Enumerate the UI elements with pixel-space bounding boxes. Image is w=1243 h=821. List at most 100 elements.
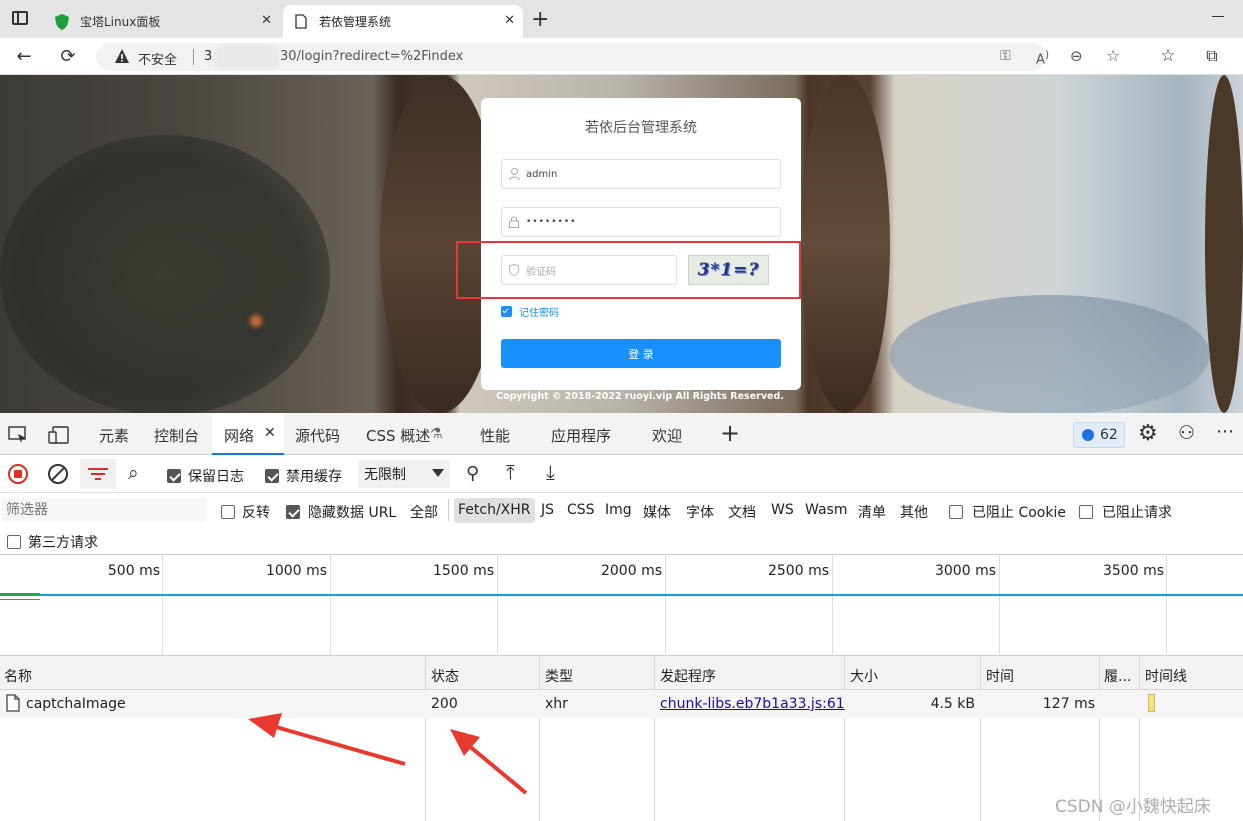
- disable-cache-option[interactable]: 禁用缓存: [265, 466, 342, 486]
- invert-option[interactable]: 反转: [221, 502, 270, 522]
- remember-password[interactable]: 记住密码: [501, 304, 559, 319]
- devtools-tab-network[interactable]: 网络 ✕: [212, 413, 284, 455]
- devtools-tab-css-overview[interactable]: CSS 概述: [366, 425, 430, 446]
- key-icon[interactable]: ⚿: [1000, 48, 1011, 64]
- export-har-icon[interactable]: ⤓: [546, 460, 555, 484]
- clear-icon[interactable]: [48, 464, 68, 484]
- column-header-name[interactable]: 名称: [4, 666, 32, 686]
- back-arrow-icon[interactable]: ←: [12, 44, 36, 68]
- disable-cache-checkbox[interactable]: [265, 469, 279, 483]
- invert-checkbox[interactable]: [221, 505, 235, 519]
- close-icon[interactable]: ✕: [264, 425, 276, 441]
- blocked-requests-option[interactable]: 已阻止请求: [1079, 502, 1172, 522]
- filter-other[interactable]: 其他: [900, 502, 928, 522]
- devtools-tab-application[interactable]: 应用程序: [551, 425, 611, 446]
- customize-icon[interactable]: ⚇: [1178, 422, 1195, 444]
- third-party-checkbox[interactable]: [7, 535, 21, 549]
- devtools-tab-elements[interactable]: 元素: [99, 425, 129, 446]
- tab-baota[interactable]: 宝塔Linux面板 ✕: [44, 5, 280, 38]
- collections-icon[interactable]: ⧉: [1200, 44, 1224, 68]
- column-header-time[interactable]: 时间: [986, 666, 1014, 686]
- request-size: 4.5 kB: [930, 696, 975, 712]
- close-icon[interactable]: ✕: [504, 13, 515, 28]
- search-icon[interactable]: ⌕: [128, 462, 139, 484]
- import-har-icon[interactable]: ⤒: [506, 460, 515, 484]
- shield-favicon-icon: [54, 13, 70, 30]
- favorites-icon[interactable]: ☆: [1156, 44, 1180, 68]
- devtools-tab-sources[interactable]: 源代码: [295, 425, 340, 446]
- filter-font[interactable]: 字体: [686, 502, 714, 522]
- username-field[interactable]: admin: [501, 159, 781, 189]
- preserve-log-checkbox[interactable]: [167, 469, 181, 483]
- issues-badge[interactable]: 62: [1073, 422, 1125, 448]
- filter-img[interactable]: Img: [605, 502, 632, 518]
- filter-media[interactable]: 媒体: [643, 502, 671, 522]
- filter-ws[interactable]: WS: [771, 502, 794, 518]
- request-initiator-link[interactable]: chunk-libs.eb7b1a33.js:61: [660, 696, 845, 712]
- hide-data-urls-option[interactable]: 隐藏数据 URL: [286, 502, 396, 522]
- blocked-cookies-option[interactable]: 已阻止 Cookie: [949, 502, 1066, 522]
- filter-input[interactable]: [2, 498, 206, 522]
- username-value: admin: [526, 168, 558, 180]
- timeline-tick: 2000 ms: [600, 563, 662, 579]
- issues-count: 62: [1100, 427, 1118, 443]
- filter-doc[interactable]: 文档: [728, 502, 756, 522]
- close-icon[interactable]: ✕: [261, 13, 272, 28]
- password-value: ••••••••: [526, 217, 577, 227]
- devtools-tab-welcome[interactable]: 欢迎: [652, 425, 682, 446]
- dom-content-loaded-line: [0, 594, 1243, 596]
- filter-icon[interactable]: [80, 459, 116, 489]
- devtools-tab-console[interactable]: 控制台: [154, 425, 199, 446]
- filter-wasm[interactable]: Wasm: [805, 502, 847, 518]
- column-header-fulfilled[interactable]: 履...: [1104, 666, 1131, 686]
- tab-ruoyi[interactable]: 若依管理系统 ✕: [283, 5, 523, 38]
- network-filter-bar: 反转 隐藏数据 URL 全部 Fetch/XHR JS CSS Img 媒体 字…: [0, 493, 1243, 555]
- filter-js[interactable]: JS: [541, 502, 554, 518]
- user-icon: [509, 168, 520, 180]
- url-text-suffix: 30/login?redirect=%2Findex: [280, 49, 464, 64]
- zoom-out-icon[interactable]: ⊖: [1070, 47, 1083, 65]
- password-field[interactable]: ••••••••: [501, 207, 781, 237]
- filter-all[interactable]: 全部: [410, 502, 438, 522]
- hide-data-urls-checkbox[interactable]: [286, 505, 300, 519]
- devtools-tab-bar: 元素 控制台 网络 ✕ 源代码 CSS 概述 ⚗ 性能 应用程序 欢迎 + 62…: [0, 413, 1243, 455]
- inspect-element-icon[interactable]: [8, 426, 28, 448]
- add-favorite-icon[interactable]: ☆: [1106, 46, 1120, 65]
- throttle-select[interactable]: 无限制: [358, 460, 450, 488]
- column-header-type[interactable]: 类型: [545, 666, 573, 686]
- remember-checkbox[interactable]: [501, 306, 512, 317]
- column-header-initiator[interactable]: 发起程序: [660, 666, 716, 686]
- filter-fetch-xhr[interactable]: Fetch/XHR: [454, 498, 535, 523]
- third-party-option[interactable]: 第三方请求: [7, 532, 98, 552]
- blocked-cookies-checkbox[interactable]: [949, 505, 963, 519]
- filter-manifest[interactable]: 清单: [858, 502, 886, 522]
- request-status: 200: [431, 696, 458, 712]
- timeline-tick: 3000 ms: [934, 563, 996, 579]
- filter-css[interactable]: CSS: [567, 502, 595, 518]
- column-header-size[interactable]: 大小: [850, 666, 878, 686]
- dropdown-arrow-icon: [432, 469, 444, 477]
- record-stop-icon[interactable]: [8, 464, 28, 484]
- device-toolbar-icon[interactable]: [48, 426, 70, 448]
- request-name[interactable]: captchaImage: [26, 696, 126, 712]
- network-overview-timeline: 500 ms 1000 ms 1500 ms 2000 ms 2500 ms 3…: [0, 555, 1243, 656]
- minimize-icon[interactable]: [1212, 16, 1224, 17]
- login-button[interactable]: 登 录: [501, 339, 781, 368]
- new-tab-icon[interactable]: +: [531, 7, 549, 32]
- settings-gear-icon[interactable]: ⚙: [1138, 421, 1158, 446]
- tab-actions-icon[interactable]: [12, 11, 28, 25]
- network-conditions-icon[interactable]: ⚲: [466, 463, 479, 484]
- column-header-waterfall[interactable]: 时间线: [1145, 666, 1187, 686]
- blocked-requests-checkbox[interactable]: [1079, 505, 1093, 519]
- more-tabs-plus-icon[interactable]: +: [720, 419, 740, 447]
- preserve-log-option[interactable]: 保留日志: [167, 466, 244, 486]
- browser-tab-strip: 宝塔Linux面板 ✕ 若依管理系统 ✕ +: [0, 0, 1243, 38]
- timeline-tick: 2500 ms: [767, 563, 829, 579]
- read-aloud-icon[interactable]: A): [1036, 48, 1049, 67]
- url-field[interactable]: 不安全 3 30/login?redirect=%2Findex ⚿ A) ⊖ …: [96, 43, 1120, 71]
- more-options-icon[interactable]: ⋯: [1216, 421, 1234, 442]
- devtools-tab-performance[interactable]: 性能: [480, 425, 510, 446]
- security-label: 不安全: [138, 53, 178, 68]
- refresh-icon[interactable]: ⟳: [56, 44, 80, 68]
- column-header-status[interactable]: 状态: [431, 666, 459, 686]
